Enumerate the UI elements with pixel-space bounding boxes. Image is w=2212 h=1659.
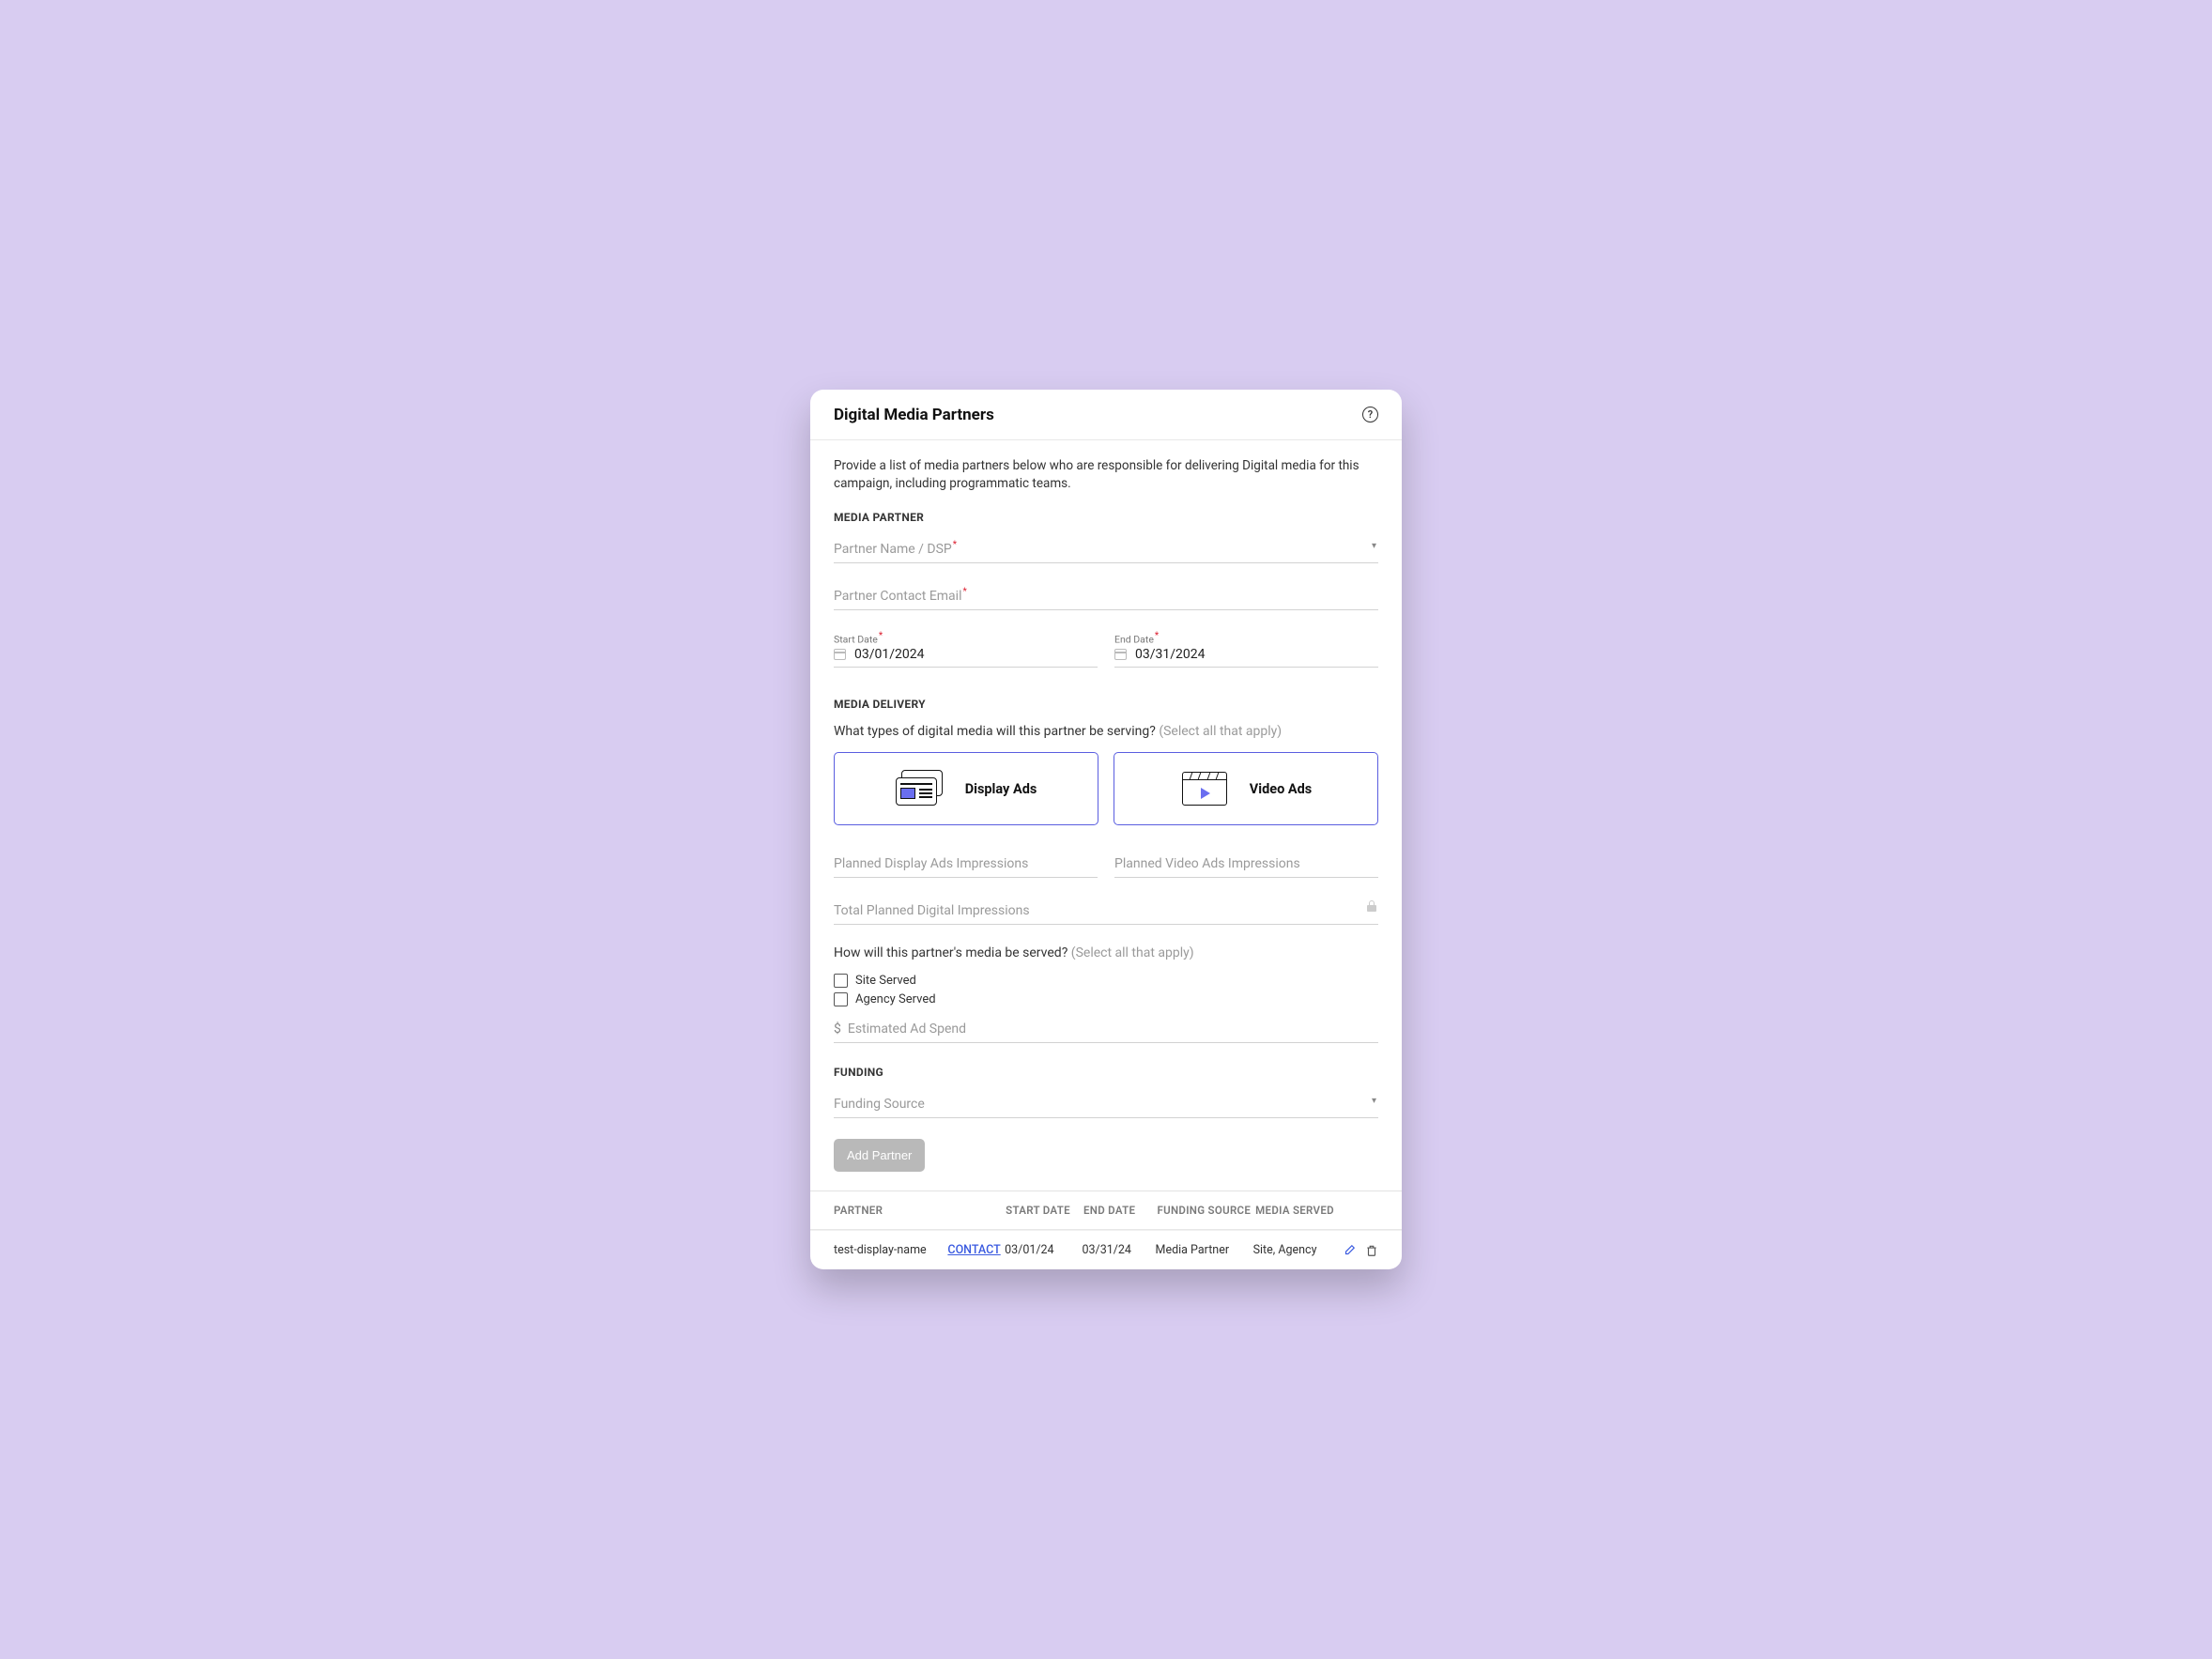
start-date-value: 03/01/2024 (854, 647, 925, 662)
delete-icon[interactable] (1365, 1244, 1378, 1257)
media-type-question: What types of digital media will this pa… (834, 724, 1378, 739)
funding-source-field[interactable]: Funding Source ▾ (834, 1092, 1378, 1118)
cell-partner: test-display-name (834, 1243, 947, 1257)
calendar-icon (1114, 649, 1127, 660)
planned-video-label: Planned Video Ads Impressions (1114, 856, 1300, 871)
planned-display-label: Planned Display Ads Impressions (834, 856, 1028, 871)
funding-source-label: Funding Source (834, 1097, 925, 1112)
partner-name-field[interactable]: Partner Name / DSP* ▾ (834, 537, 1378, 563)
cell-end: 03/31/24 (1082, 1243, 1155, 1257)
contact-link[interactable]: CONTACT (947, 1243, 1005, 1257)
checkbox-site-served[interactable]: Site Served (834, 974, 1378, 988)
card-header: Digital Media Partners ? (810, 390, 1402, 440)
contact-email-field[interactable]: Partner Contact Email* (834, 584, 1378, 610)
total-planned-field: Total Planned Digital Impressions (834, 899, 1378, 925)
cell-funding: Media Partner (1156, 1243, 1253, 1257)
planned-display-field[interactable]: Planned Display Ads Impressions (834, 852, 1098, 878)
estimated-spend-field[interactable]: $ Estimated Ad Spend (834, 1022, 1378, 1043)
planned-video-field[interactable]: Planned Video Ads Impressions (1114, 852, 1378, 878)
media-partners-card: Digital Media Partners ? Provide a list … (810, 390, 1402, 1270)
table-row: test-display-name CONTACT 03/01/24 03/31… (810, 1230, 1402, 1269)
partner-name-label: Partner Name / DSP* (834, 542, 957, 557)
add-partner-button[interactable]: Add Partner (834, 1139, 925, 1172)
card-title: Digital Media Partners (834, 406, 994, 424)
tile-video-label: Video Ads (1250, 781, 1312, 797)
estimated-spend-label: Estimated Ad Spend (848, 1022, 966, 1037)
lock-icon (1367, 900, 1376, 912)
chevron-down-icon: ▾ (1372, 541, 1376, 551)
section-media-delivery: MEDIA DELIVERY (834, 698, 1378, 711)
cell-media: Site, Agency (1253, 1243, 1343, 1257)
tile-video-ads[interactable]: Video Ads (1114, 752, 1378, 825)
checkbox-icon (834, 974, 848, 988)
contact-email-label: Partner Contact Email* (834, 589, 967, 604)
th-end: END DATE (1083, 1204, 1158, 1217)
th-funding: FUNDING SOURCE (1158, 1204, 1256, 1217)
site-served-label: Site Served (855, 974, 916, 988)
calendar-icon (834, 649, 846, 660)
dollar-icon: $ (834, 1022, 841, 1037)
end-date-label: End Date* (1114, 631, 1378, 646)
checkbox-icon (834, 992, 848, 1006)
tile-display-ads[interactable]: Display Ads (834, 752, 1098, 825)
end-date-field[interactable]: End Date* 03/31/2024 (1114, 631, 1378, 668)
tile-display-label: Display Ads (965, 781, 1037, 797)
start-date-label: Start Date* (834, 631, 1098, 646)
start-date-field[interactable]: Start Date* 03/01/2024 (834, 631, 1098, 668)
end-date-value: 03/31/2024 (1135, 647, 1206, 662)
display-ads-icon (896, 770, 945, 807)
table-header-row: PARTNER START DATE END DATE FUNDING SOUR… (810, 1191, 1402, 1230)
checkbox-agency-served[interactable]: Agency Served (834, 992, 1378, 1006)
section-funding: FUNDING (834, 1066, 1378, 1079)
serve-question: How will this partner's media be served?… (834, 945, 1378, 960)
th-partner: PARTNER (834, 1204, 948, 1217)
partners-table: PARTNER START DATE END DATE FUNDING SOUR… (810, 1190, 1402, 1269)
th-media: MEDIA SERVED (1255, 1204, 1345, 1217)
intro-text: Provide a list of media partners below w… (834, 457, 1378, 494)
chevron-down-icon: ▾ (1372, 1096, 1376, 1106)
agency-served-label: Agency Served (855, 992, 936, 1006)
edit-icon[interactable] (1343, 1244, 1356, 1257)
cell-start: 03/01/24 (1005, 1243, 1082, 1257)
total-planned-label: Total Planned Digital Impressions (834, 903, 1030, 918)
th-start: START DATE (1006, 1204, 1083, 1217)
card-body: Provide a list of media partners below w… (810, 440, 1402, 1191)
section-media-partner: MEDIA PARTNER (834, 511, 1378, 524)
video-ads-icon (1180, 770, 1229, 807)
help-icon[interactable]: ? (1362, 407, 1378, 422)
